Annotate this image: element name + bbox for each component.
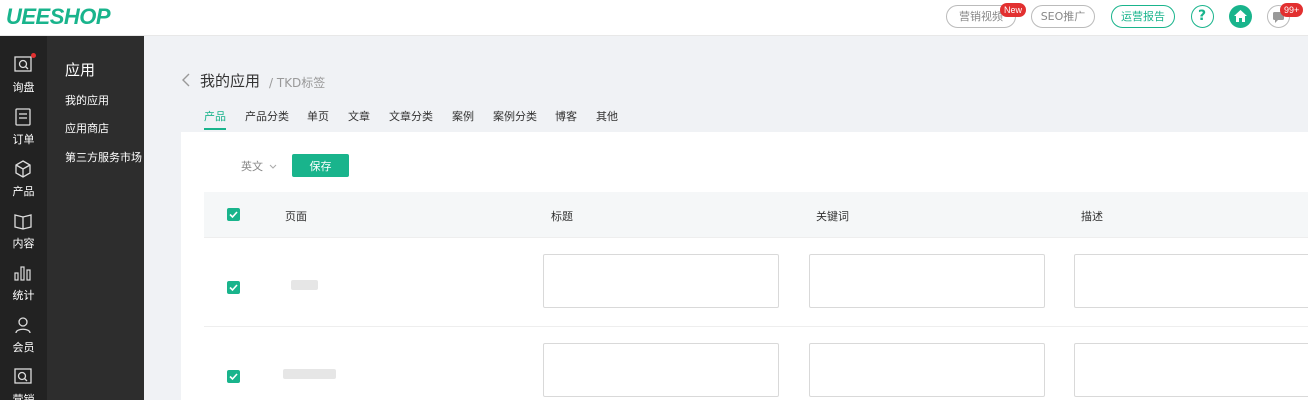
row-checkbox[interactable]	[227, 370, 240, 383]
nav-content[interactable]: 内容	[0, 204, 47, 256]
check-icon	[229, 284, 238, 292]
nav-label: 内容	[12, 237, 35, 250]
new-badge: New	[1000, 3, 1027, 17]
nav-label: 产品	[12, 185, 35, 198]
nav-marketing[interactable]: 营销	[0, 360, 47, 400]
language-value: 英文	[241, 160, 263, 173]
column-header-page: 页面	[285, 210, 307, 223]
nav-label: 营销	[12, 393, 35, 400]
top-bar: UEESHOP 营销视频 New SEO推广 运营报告 ? 99+	[0, 0, 1308, 36]
home-button[interactable]	[1229, 5, 1252, 28]
description-field[interactable]	[1074, 343, 1308, 397]
sidebar-title: 应用	[65, 61, 96, 79]
select-all-checkbox[interactable]	[227, 208, 240, 221]
marketing-icon	[14, 368, 32, 384]
save-button[interactable]: 保存	[292, 154, 349, 177]
keywords-field[interactable]	[809, 343, 1045, 397]
product-icon	[15, 160, 31, 178]
seo-promo-button[interactable]: SEO推广	[1031, 5, 1095, 28]
tkd-panel: 英文 保存 页面 标题 关键词 描述	[181, 132, 1308, 400]
page-name-placeholder	[283, 369, 336, 379]
nav-label: 统计	[12, 289, 35, 302]
nav-inquiry[interactable]: 询盘	[0, 48, 47, 100]
nav-product[interactable]: 产品	[0, 152, 47, 204]
nav-label: 会员	[12, 341, 35, 354]
nav-stats[interactable]: 统计	[0, 256, 47, 308]
tab-other[interactable]: 其他	[596, 108, 618, 124]
language-select[interactable]: 英文	[241, 158, 277, 174]
nav-label: 订单	[12, 133, 35, 146]
home-icon	[1234, 10, 1247, 22]
title-field[interactable]	[543, 343, 779, 397]
nav-member[interactable]: 会员	[0, 308, 47, 360]
keywords-field[interactable]	[809, 254, 1045, 308]
breadcrumb: / TKD标签	[269, 76, 326, 90]
description-field[interactable]	[1074, 254, 1308, 308]
active-tab-indicator	[204, 128, 226, 130]
help-button[interactable]: ?	[1191, 5, 1214, 28]
title-field[interactable]	[543, 254, 779, 308]
message-count-badge: 99+	[1280, 3, 1304, 17]
logo[interactable]: UEESHOP	[6, 4, 111, 30]
back-chevron-icon[interactable]	[180, 72, 192, 88]
ops-report-button[interactable]: 运营报告	[1111, 5, 1175, 28]
table-row	[204, 238, 1308, 327]
sidebar-item-app-store[interactable]: 应用商店	[65, 120, 109, 136]
column-header-keywords: 关键词	[816, 210, 849, 223]
stats-icon	[14, 266, 31, 281]
app-sidebar: 应用 我的应用 应用商店 第三方服务市场	[47, 36, 144, 400]
tab-case[interactable]: 案例	[452, 108, 474, 124]
row-checkbox[interactable]	[227, 281, 240, 294]
nav-label: 询盘	[12, 81, 35, 94]
sidebar-item-my-apps[interactable]: 我的应用	[65, 92, 109, 108]
table-row	[204, 327, 1308, 400]
inquiry-icon	[14, 56, 32, 72]
tab-case-category[interactable]: 案例分类	[493, 108, 537, 124]
icon-sidebar: 询盘 订单 产品 内容 统计 会员 营销	[0, 36, 47, 400]
nav-order[interactable]: 订单	[0, 100, 47, 152]
tab-article[interactable]: 文章	[348, 108, 370, 124]
column-header-title: 标题	[551, 210, 573, 223]
help-icon: ?	[1197, 8, 1207, 24]
notification-dot	[31, 53, 36, 58]
tab-single-page[interactable]: 单页	[307, 108, 329, 124]
sidebar-item-third-party-market[interactable]: 第三方服务市场	[65, 149, 142, 165]
chevron-down-icon	[269, 164, 276, 169]
tab-product[interactable]: 产品	[204, 108, 226, 124]
tab-blog[interactable]: 博客	[555, 108, 577, 124]
check-icon	[229, 373, 238, 381]
column-header-description: 描述	[1081, 210, 1103, 223]
order-icon	[15, 108, 31, 126]
content-icon	[14, 214, 32, 230]
page-name-placeholder	[291, 280, 318, 290]
check-icon	[229, 211, 238, 219]
member-icon	[15, 317, 31, 334]
tab-article-category[interactable]: 文章分类	[389, 108, 433, 124]
tab-product-category[interactable]: 产品分类	[245, 108, 289, 124]
main-content: 我的应用 / TKD标签 产品 产品分类 单页 文章 文章分类 案例 案例分类 …	[144, 36, 1308, 400]
page-title: 我的应用	[200, 72, 261, 90]
table-header: 页面 标题 关键词 描述	[204, 192, 1308, 238]
